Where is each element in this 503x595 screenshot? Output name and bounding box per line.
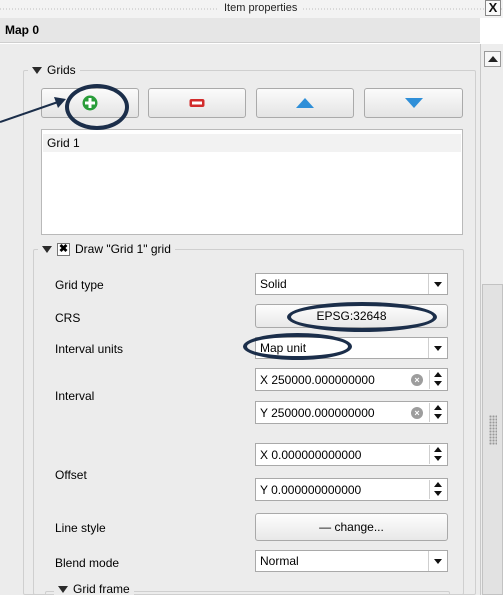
grid-type-value: Solid — [260, 277, 287, 291]
clear-icon[interactable]: × — [411, 407, 423, 419]
item-header: Map 0 — [0, 18, 480, 43]
triangle-down-icon — [404, 98, 423, 108]
close-icon[interactable]: X — [485, 0, 501, 16]
clear-icon[interactable]: × — [411, 374, 423, 386]
line-style-label: Line style — [55, 521, 106, 535]
move-up-button[interactable] — [256, 88, 354, 118]
offset-x-spinbox[interactable]: X 0.000000000000 — [255, 443, 448, 466]
blend-mode-value: Normal — [260, 554, 299, 568]
grid-list[interactable]: Grid 1 — [41, 129, 463, 235]
minus-icon — [189, 99, 205, 107]
interval-x-spinbox[interactable]: X 250000.000000000 × — [255, 368, 448, 391]
spin-arrows-icon[interactable] — [429, 370, 446, 389]
annotation-circle-crs — [287, 302, 437, 332]
grid-frame-header[interactable]: Grid frame — [54, 582, 134, 595]
chevron-down-icon — [428, 338, 447, 358]
interval-label: Interval — [55, 389, 95, 403]
interval-x-value: X 250000.000000000 — [260, 373, 375, 387]
chevron-down-icon — [428, 274, 447, 294]
grid-frame-label: Grid frame — [73, 582, 130, 595]
collapse-icon — [42, 245, 52, 253]
interval-y-value: Y 250000.000000000 — [260, 406, 375, 420]
offset-x-value: X 0.000000000000 — [260, 448, 362, 462]
spin-arrows-icon[interactable] — [429, 403, 446, 422]
spin-arrows-icon[interactable] — [429, 445, 446, 464]
crs-label: CRS — [55, 311, 81, 325]
move-down-button[interactable] — [364, 88, 463, 118]
item-title: Map 0 — [5, 23, 40, 37]
grip-icon — [489, 415, 497, 445]
collapse-icon — [58, 585, 68, 593]
remove-grid-button[interactable] — [148, 88, 246, 118]
blend-mode-label: Blend mode — [55, 556, 120, 570]
grids-section-label: Grids — [47, 63, 76, 77]
annotation-arrow — [0, 97, 66, 123]
draw-grid-header[interactable]: ✖ Draw "Grid 1" grid — [38, 242, 175, 256]
triangle-up-icon — [296, 98, 314, 108]
scroll-up-icon[interactable] — [484, 51, 501, 67]
spin-arrows-icon[interactable] — [429, 480, 446, 499]
blend-mode-select[interactable]: Normal — [255, 550, 448, 572]
list-item[interactable]: Grid 1 — [43, 134, 461, 152]
interval-y-spinbox[interactable]: Y 250000.000000000 × — [255, 401, 448, 424]
annotation-circle-add — [65, 84, 129, 130]
annotation-circle-units — [243, 333, 352, 360]
offset-y-spinbox[interactable]: Y 0.000000000000 — [255, 478, 448, 501]
collapse-icon — [32, 66, 42, 74]
draw-grid-label: Draw "Grid 1" grid — [75, 242, 171, 256]
interval-units-label: Interval units — [55, 342, 124, 356]
window-titlebar: Item properties X — [0, 0, 503, 18]
grid-type-select[interactable]: Solid — [255, 273, 448, 295]
window-title: Item properties — [218, 2, 304, 14]
chevron-down-icon — [428, 551, 447, 571]
vertical-scrollbar[interactable] — [480, 44, 503, 595]
draw-grid-checkbox[interactable]: ✖ — [57, 242, 70, 256]
offset-y-value: Y 0.000000000000 — [260, 483, 362, 497]
line-style-button[interactable]: — change... — [255, 513, 448, 541]
scroll-thumb[interactable] — [482, 284, 503, 595]
grids-section-header[interactable]: Grids — [28, 63, 80, 77]
grid-type-label: Grid type — [55, 278, 104, 292]
offset-label: Offset — [55, 468, 87, 482]
